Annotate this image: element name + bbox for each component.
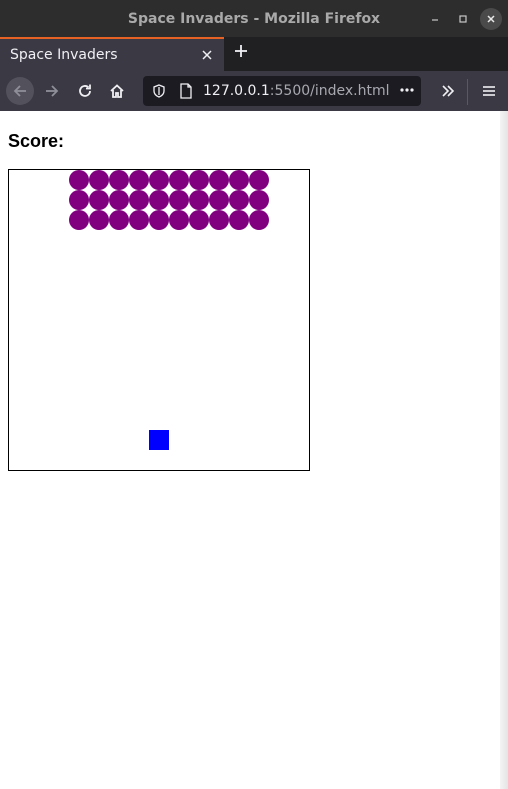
invader (109, 190, 129, 210)
minimize-button[interactable] (424, 8, 446, 30)
app-menu-button[interactable] (475, 77, 503, 105)
tab-space-invaders[interactable]: Space Invaders (0, 37, 224, 71)
forward-button[interactable] (38, 77, 66, 105)
invader (209, 190, 229, 210)
back-button[interactable] (6, 77, 34, 105)
invader (89, 190, 109, 210)
invader (69, 170, 89, 190)
invader (69, 190, 89, 210)
home-button[interactable] (103, 77, 131, 105)
shield-icon (153, 84, 165, 98)
navigation-toolbar: 127.0.0.1:5500/index.html (0, 71, 508, 111)
invader (229, 170, 249, 190)
invader (189, 170, 209, 190)
invader (229, 210, 249, 230)
invader (249, 190, 269, 210)
invader (129, 210, 149, 230)
tab-strip: Space Invaders (0, 37, 508, 71)
game-canvas[interactable] (8, 169, 310, 471)
chevron-double-right-icon (442, 85, 455, 97)
plus-icon (235, 45, 247, 57)
home-icon (110, 84, 124, 98)
hamburger-icon (483, 86, 495, 96)
more-icon (400, 88, 414, 92)
page-actions-button[interactable] (399, 81, 415, 101)
invader (129, 170, 149, 190)
invader (149, 170, 169, 190)
invader (169, 170, 189, 190)
page-content: Score: (0, 111, 500, 789)
invader (209, 210, 229, 230)
tab-close-button[interactable] (196, 46, 218, 65)
maximize-button[interactable] (452, 8, 474, 30)
reload-icon (79, 84, 91, 97)
reload-button[interactable] (71, 77, 99, 105)
url-text[interactable]: 127.0.0.1:5500/index.html (203, 83, 390, 99)
invader (169, 210, 189, 230)
page-icon (180, 83, 192, 99)
invader (169, 190, 189, 210)
invader (69, 210, 89, 230)
invader (109, 210, 129, 230)
overflow-menu-button[interactable] (434, 77, 462, 105)
arrow-left-icon (13, 85, 26, 97)
invader (89, 170, 109, 190)
new-tab-button[interactable] (229, 41, 253, 65)
invader (109, 170, 129, 190)
window-titlebar: Space Invaders - Mozilla Firefox (0, 0, 508, 37)
url-host: 127.0.0.1 (203, 83, 270, 99)
invader (229, 190, 249, 210)
player-ship (149, 430, 169, 450)
close-icon (202, 49, 212, 60)
invader (189, 190, 209, 210)
arrow-right-icon (46, 85, 59, 97)
invader (89, 210, 109, 230)
minimize-icon (432, 19, 438, 21)
score-label: Score: (8, 131, 65, 151)
url-path: :5500/index.html (269, 83, 390, 99)
invader (209, 170, 229, 190)
invader (249, 210, 269, 230)
invader (189, 210, 209, 230)
page-scroll-edge (500, 111, 508, 789)
invader (249, 170, 269, 190)
tab-label: Space Invaders (10, 47, 118, 63)
toolbar-separator (467, 79, 468, 105)
window-controls (424, 8, 502, 30)
invader (149, 210, 169, 230)
window-title: Space Invaders - Mozilla Firefox (127, 10, 381, 27)
close-window-button[interactable] (480, 8, 502, 30)
address-bar[interactable]: 127.0.0.1:5500/index.html (143, 76, 421, 106)
invader (149, 190, 169, 210)
invader (129, 190, 149, 210)
close-icon (487, 15, 495, 23)
maximize-icon (459, 15, 467, 23)
